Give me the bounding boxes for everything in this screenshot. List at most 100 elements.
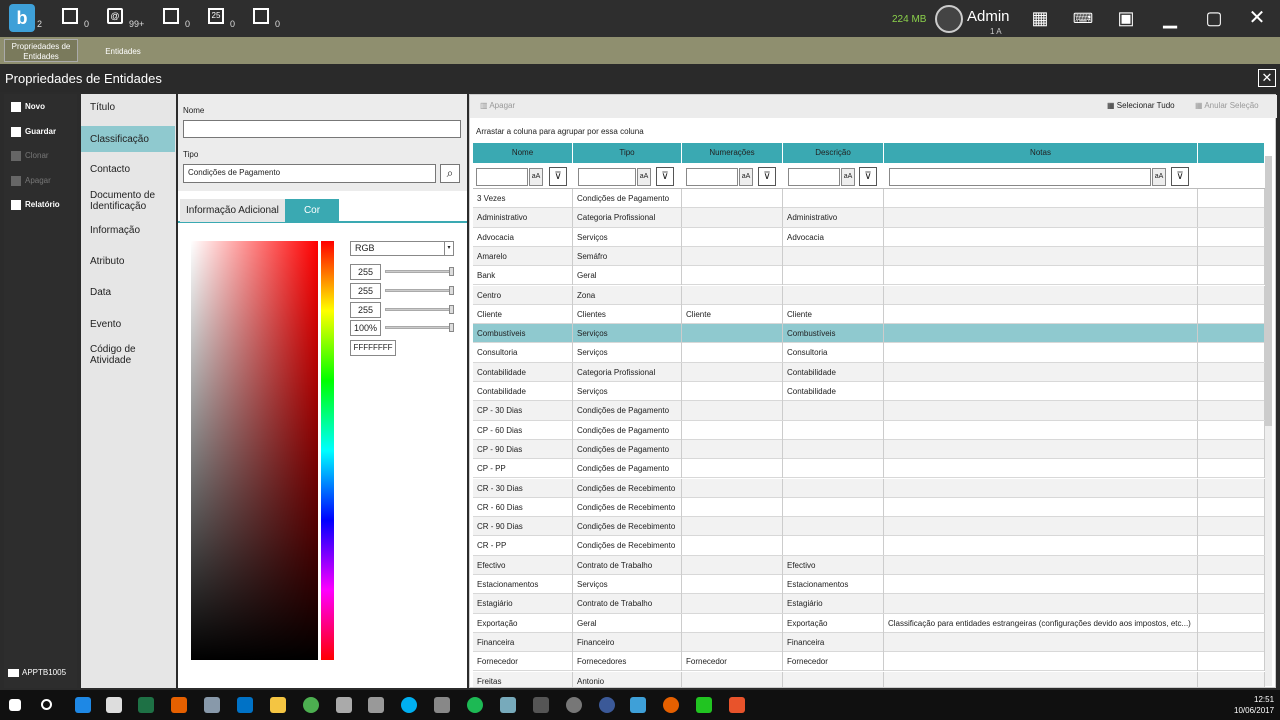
- col-numeracoes[interactable]: Numerações: [682, 143, 783, 163]
- hex-input[interactable]: FFFFFFFF: [350, 340, 396, 356]
- type-input[interactable]: Condições de Pagamento: [183, 164, 436, 183]
- search-button[interactable]: ⌕: [440, 164, 460, 183]
- calendar-icon[interactable]: 25: [208, 8, 224, 24]
- blue-input[interactable]: 255: [350, 302, 381, 318]
- table-row[interactable]: CP - 90 Dias Condições de Pagamento: [473, 439, 1265, 460]
- app-icon[interactable]: [599, 697, 615, 713]
- table-row[interactable]: Administrativo Categoria Profissional Admi…: [473, 208, 1265, 228]
- minimize-icon[interactable]: ▁: [1157, 6, 1183, 30]
- blue-slider-thumb[interactable]: [449, 305, 454, 314]
- table-row[interactable]: CP - PP Condições de Pagamento: [473, 459, 1265, 479]
- window-close-button[interactable]: ✕: [1258, 69, 1276, 87]
- table-row[interactable]: Amarelo Semáfro: [473, 246, 1265, 267]
- message-icon[interactable]: [253, 8, 269, 24]
- store-icon[interactable]: [106, 697, 122, 713]
- name-input[interactable]: [183, 120, 461, 138]
- nav-documento[interactable]: Documento de Identificação: [81, 190, 175, 212]
- hue-slider[interactable]: [321, 241, 334, 660]
- delete-button[interactable]: Apagar: [11, 172, 51, 190]
- filter-funnel-icon[interactable]: ⊽: [656, 167, 674, 186]
- screen-icon[interactable]: ▣: [1113, 6, 1139, 30]
- table-row[interactable]: CR - 90 Dias Condições de Recebimento: [473, 517, 1265, 537]
- outlook-icon[interactable]: [237, 697, 253, 713]
- user-avatar-icon[interactable]: [935, 5, 963, 33]
- filter-notas-case[interactable]: aA: [1152, 168, 1166, 186]
- tools-icon[interactable]: [434, 697, 450, 713]
- green-slider[interactable]: [385, 286, 454, 295]
- table-row[interactable]: Consultoria Serviços Consultoria: [473, 343, 1265, 363]
- calculator-icon[interactable]: [336, 697, 352, 713]
- app-icon[interactable]: [204, 697, 220, 713]
- nav-codigo-atividade[interactable]: Código de Atividade: [81, 344, 175, 366]
- spotify-icon[interactable]: [467, 697, 483, 713]
- new-button[interactable]: Novo: [11, 98, 45, 116]
- app-icon[interactable]: [368, 697, 384, 713]
- table-row[interactable]: Centro Zona: [473, 285, 1265, 305]
- color-saturation-area[interactable]: [191, 241, 318, 660]
- filter-descricao-case[interactable]: aA: [841, 168, 855, 186]
- table-row[interactable]: Advocacia Serviços Advocacia: [473, 227, 1265, 247]
- maximize-icon[interactable]: ▢: [1201, 6, 1227, 30]
- nav-informacao[interactable]: Informação: [81, 225, 175, 236]
- table-row[interactable]: CP - 60 Dias Condições de Pagamento: [473, 420, 1265, 440]
- nav-titulo[interactable]: Título: [81, 102, 175, 113]
- camtasia-icon[interactable]: [696, 697, 712, 713]
- filter-numeracoes-input[interactable]: [686, 168, 738, 186]
- tab-entidades[interactable]: Entidades: [96, 39, 150, 62]
- table-row[interactable]: Contabilidade Categoria Profissional Conta…: [473, 362, 1265, 382]
- nav-classificacao[interactable]: Classificação: [81, 126, 175, 152]
- skype-icon[interactable]: [401, 697, 417, 713]
- filter-funnel-icon[interactable]: ⊽: [758, 167, 776, 186]
- red-input[interactable]: 255: [350, 264, 381, 280]
- alpha-slider[interactable]: [385, 323, 454, 332]
- clone-button[interactable]: Clonar: [11, 147, 49, 165]
- filter-nome-input[interactable]: [476, 168, 528, 186]
- windows-start-icon[interactable]: [9, 699, 21, 711]
- col-descricao[interactable]: Descrição: [783, 143, 884, 163]
- close-icon[interactable]: ✕: [1244, 6, 1270, 30]
- col-nome[interactable]: Nome: [473, 143, 573, 163]
- table-row[interactable]: Exportação Geral Exportação Classificação p…: [473, 613, 1265, 633]
- table-row[interactable]: CR - PP Condições de Recebimento: [473, 536, 1265, 556]
- filter-funnel-icon[interactable]: ⊽: [1171, 167, 1189, 186]
- nav-data[interactable]: Data: [81, 287, 175, 298]
- app-icon[interactable]: [533, 697, 549, 713]
- table-row[interactable]: Estacionamentos Serviços Estacionamentos: [473, 575, 1265, 595]
- new-doc-icon[interactable]: [62, 8, 78, 24]
- nav-contacto[interactable]: Contacto: [81, 164, 175, 175]
- window-icon[interactable]: [163, 8, 179, 24]
- alpha-slider-thumb[interactable]: [449, 323, 454, 332]
- table-row[interactable]: Efectivo Contrato de Trabalho Efectivo: [473, 555, 1265, 575]
- excel-icon[interactable]: [138, 697, 154, 713]
- table-row[interactable]: CR - 60 Dias Condições de Recebimento: [473, 497, 1265, 518]
- grid-scrollbar[interactable]: [1265, 156, 1272, 686]
- green-slider-thumb[interactable]: [449, 286, 454, 295]
- table-row[interactable]: Fornecedor Fornecedores Fornecedor Forneced…: [473, 652, 1265, 672]
- firefox-icon[interactable]: [171, 697, 187, 713]
- explorer-icon[interactable]: [270, 697, 286, 713]
- blue-slider[interactable]: [385, 305, 454, 314]
- col-notas[interactable]: Notas: [884, 143, 1198, 163]
- table-row[interactable]: Freitas Antonio: [473, 671, 1265, 687]
- filter-descricao-input[interactable]: [788, 168, 840, 186]
- app-icon[interactable]: [566, 697, 582, 713]
- red-slider-thumb[interactable]: [449, 267, 454, 276]
- color-mode-select[interactable]: RGB ▾: [350, 241, 454, 256]
- table-row[interactable]: Estagiário Contrato de Trabalho Estagiário: [473, 594, 1265, 614]
- edge-icon[interactable]: [75, 697, 91, 713]
- grid-scrollbar-thumb[interactable]: [1265, 156, 1272, 426]
- table-row[interactable]: CR - 30 Dias Condições de Recebimento: [473, 478, 1265, 498]
- clock[interactable]: 12:51 10/06/2017: [1234, 694, 1274, 716]
- select-all-button[interactable]: ▦ Selecionar Tudo: [1107, 101, 1175, 110]
- nav-evento[interactable]: Evento: [81, 319, 175, 330]
- tab-informacao-adicional[interactable]: Informação Adicional: [180, 199, 285, 222]
- filter-numeracoes-case[interactable]: aA: [739, 168, 753, 186]
- red-slider[interactable]: [385, 267, 454, 276]
- keyboard-icon[interactable]: ⌨: [1070, 6, 1096, 30]
- recorder-icon[interactable]: [729, 697, 745, 713]
- save-button[interactable]: Guardar: [11, 123, 56, 141]
- table-row[interactable]: Bank Geral: [473, 266, 1265, 286]
- clear-selection-button[interactable]: ▦ Anular Seleção: [1195, 101, 1259, 110]
- alpha-input[interactable]: 100%: [350, 320, 381, 336]
- layout-icon[interactable]: ▦: [1027, 6, 1053, 30]
